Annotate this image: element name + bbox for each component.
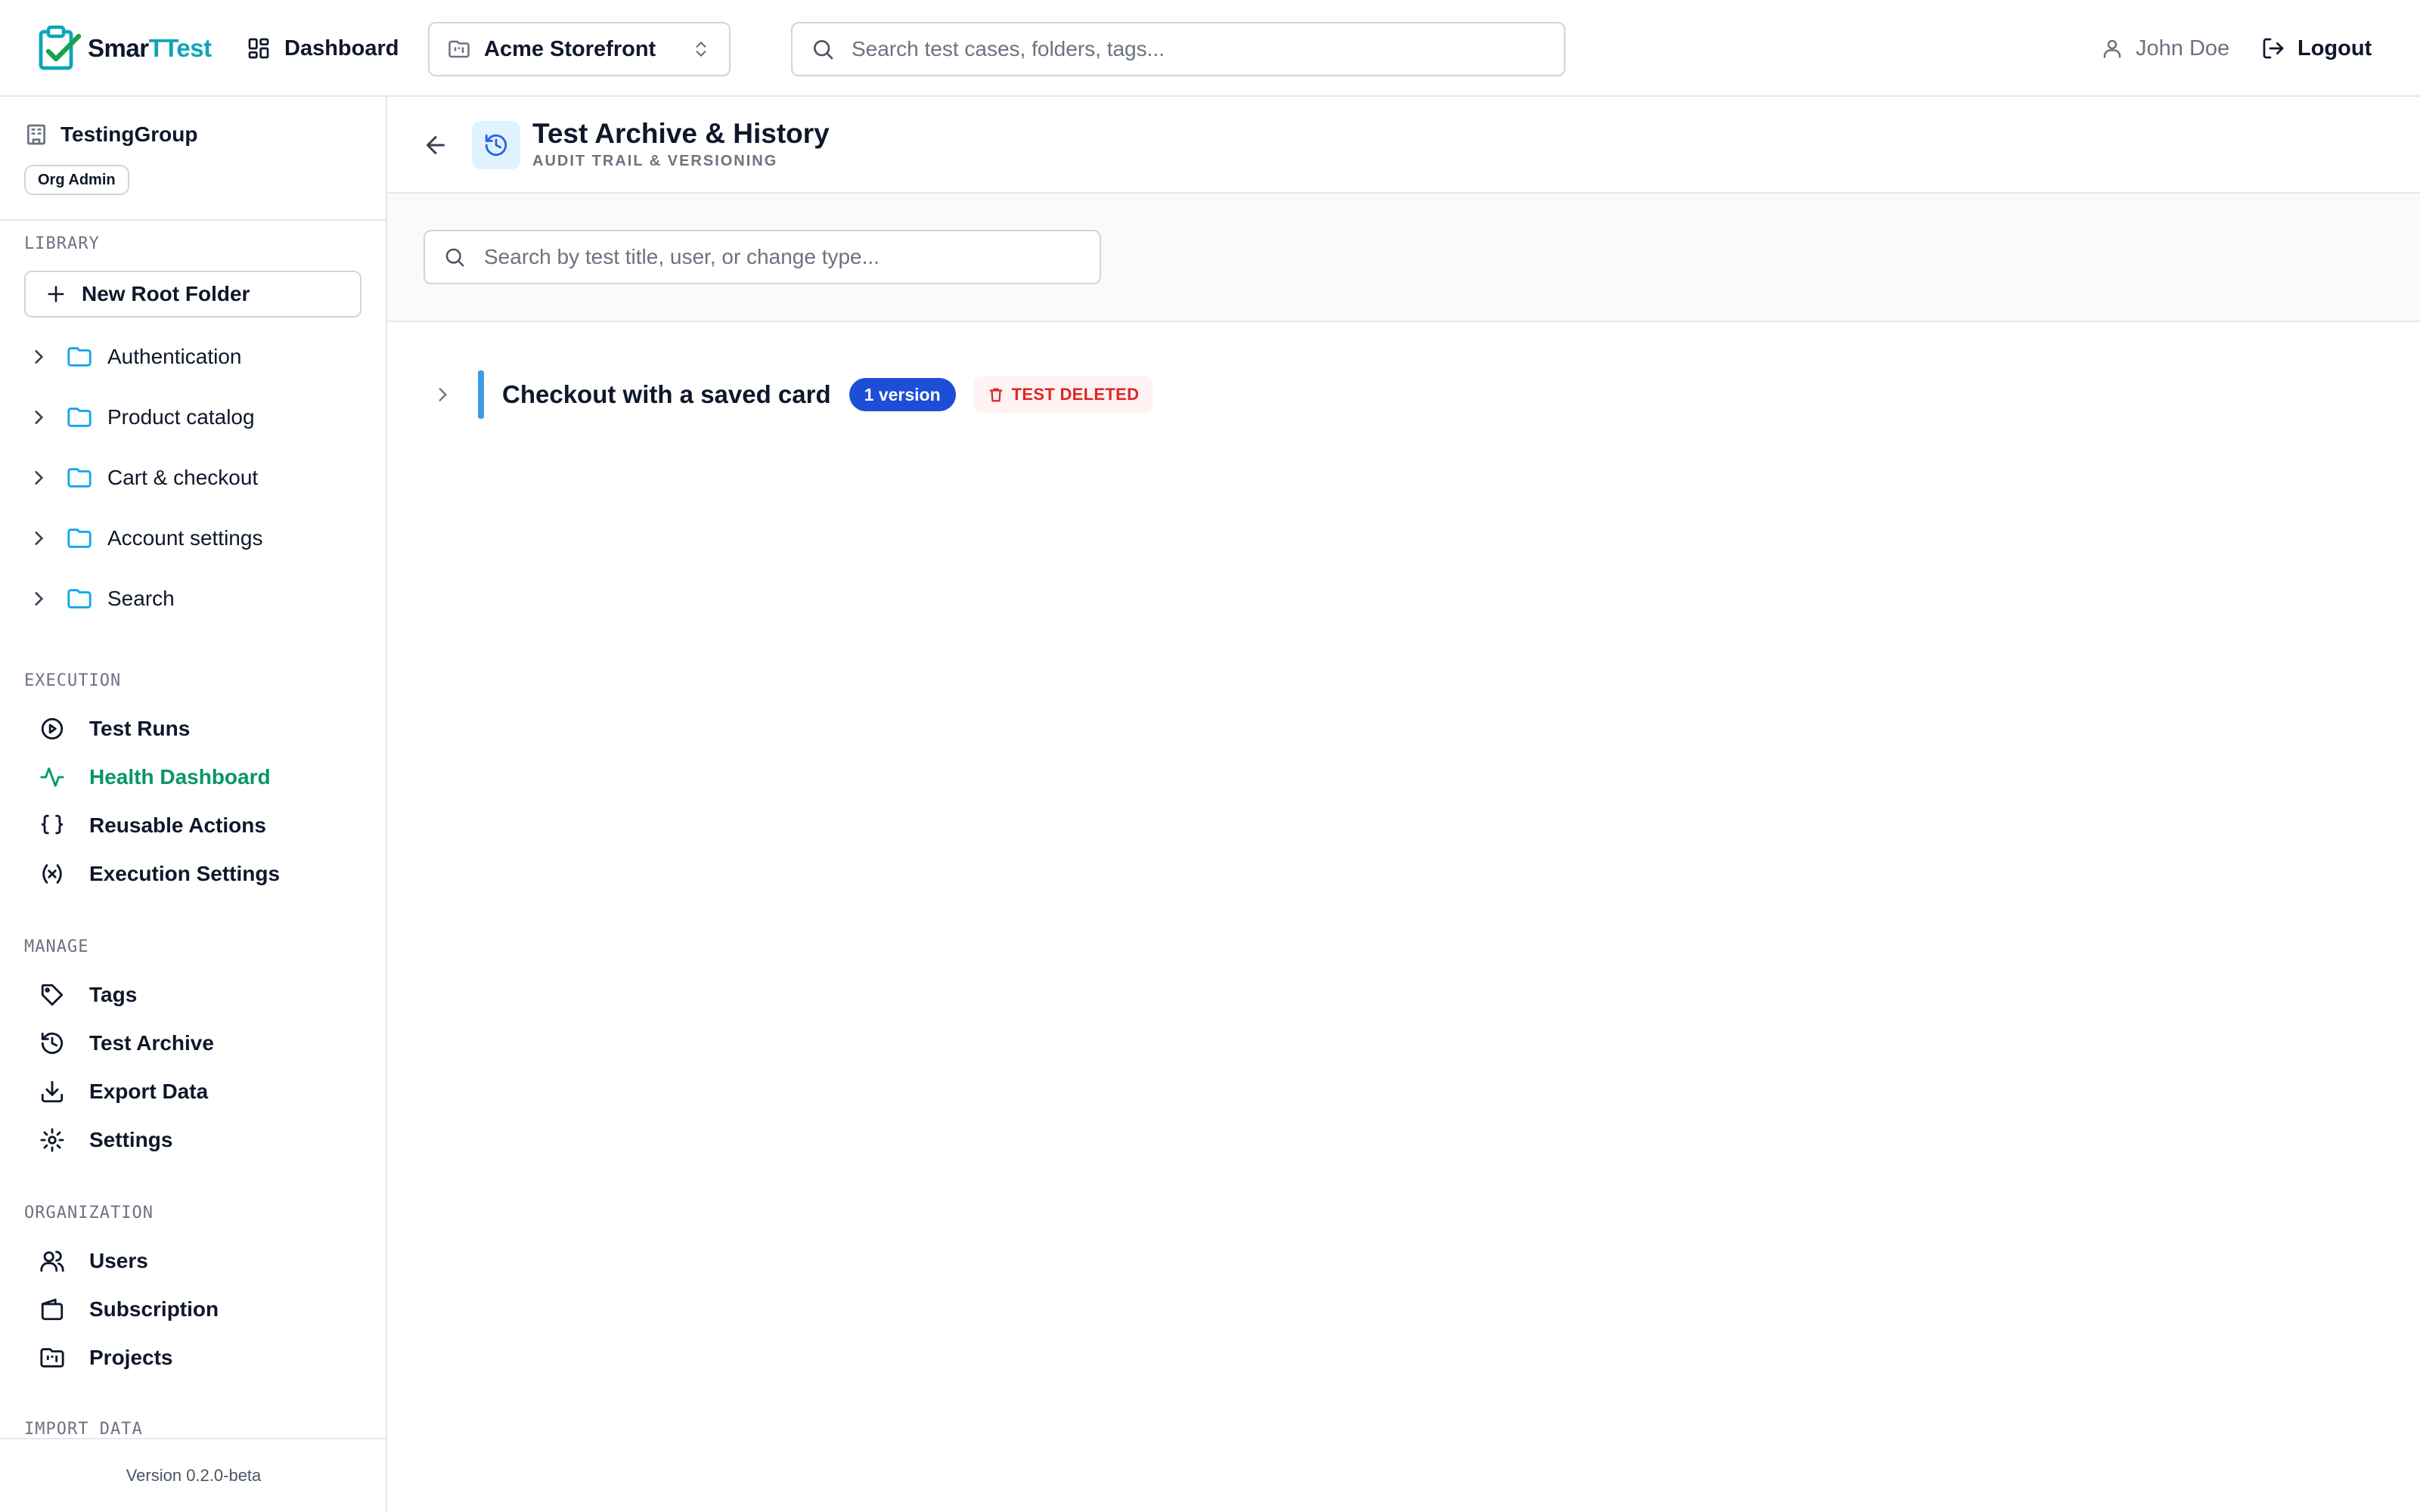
folder-kanban-icon [40,1348,64,1368]
braces-icon [41,814,64,835]
layout-grid-icon [248,38,269,59]
wallet-icon [41,1298,64,1321]
variable-icon [42,864,62,884]
history-icon [41,1032,64,1055]
library-section-label: LIBRARY [24,234,100,253]
page-header: Test Archive & History AUDIT TRAIL & VER… [387,97,2420,194]
folder-icon [67,347,92,367]
nav-item-reusable-actions[interactable]: Reusable Actions [39,806,266,845]
top-bar: SmarTTest Dashboard Acme Storefront John… [0,0,2420,97]
execution-section-label: EXECUTION [24,671,122,690]
folder-item-authentication[interactable]: Authentication [29,337,241,376]
chevron-right-icon[interactable] [433,385,452,404]
search-icon [814,40,833,60]
logout-icon [2263,38,2284,59]
history-icon [485,134,507,156]
history-item[interactable]: Checkout with a saved card 1 version TES… [433,370,1153,419]
gear-icon [40,1128,64,1152]
chevron-right-icon [35,471,44,485]
folder-icon [67,528,92,548]
global-search[interactable] [791,22,1565,76]
global-search-input[interactable] [852,37,1546,61]
history-item-accent [478,370,484,419]
user-name: John Doe [2136,36,2230,60]
archive-search[interactable] [424,230,1101,284]
nav-item-health-dashboard[interactable]: Health Dashboard [39,758,271,797]
folder-label: Authentication [107,345,242,368]
logout-label: Logout [2297,36,2372,60]
user-menu[interactable]: John Doe [2101,30,2229,67]
folder-icon [67,468,92,488]
folder-icon [67,407,92,427]
page-title: Test Archive & History [532,118,830,149]
organization-section-label: ORGANIZATION [24,1204,154,1222]
tag-icon [41,984,64,1006]
chevrons-up-down-icon [696,42,706,57]
new-root-folder-button[interactable]: New Root Folder [24,271,361,318]
plus-icon [48,286,64,302]
project-selector[interactable]: Acme Storefront [428,22,731,76]
filter-bar [387,194,2420,322]
nav-item-test-archive[interactable]: Test Archive [39,1024,214,1063]
folder-item-account-settings[interactable]: Account settings [29,519,262,558]
app-logo[interactable]: SmarTTest [36,23,212,74]
test-deleted-label: TEST DELETED [1011,385,1140,404]
folder-label: Product catalog [107,405,255,429]
folder-item-cart-checkout[interactable]: Cart & checkout [29,458,258,497]
org-name: TestingGroup [24,122,197,147]
test-deleted-badge: TEST DELETED [973,376,1153,413]
folder-label: Account settings [107,526,263,550]
download-icon [41,1080,64,1103]
project-selector-value: Acme Storefront [484,36,656,61]
users-icon [40,1250,64,1272]
main-content: Test Archive & History AUDIT TRAIL & VER… [387,97,2420,1512]
nav-item-execution-settings[interactable]: Execution Settings [39,854,280,894]
nav-item-subscription[interactable]: Subscription [39,1290,219,1329]
version-footer: Version 0.2.0-beta [0,1438,386,1512]
logo-icon [39,25,82,70]
role-badge: Org Admin [24,165,129,195]
import-section-label: IMPORT DATA [24,1420,143,1439]
sidebar-divider [0,219,386,221]
activity-icon [40,767,64,787]
folder-label: Search [107,587,175,610]
manage-section-label: MANAGE [24,937,89,956]
building-icon [27,124,45,145]
history-list: Checkout with a saved card 1 version TES… [387,322,2420,1512]
nav-item-export-data[interactable]: Export Data [39,1072,208,1111]
folder-label: Cart & checkout [107,466,259,489]
page-subtitle: AUDIT TRAIL & VERSIONING [532,153,778,169]
logo-text: SmarTTest [88,34,212,62]
logout-button[interactable]: Logout [2261,30,2372,67]
version-count-badge: 1 version [849,378,956,411]
user-icon [2103,39,2121,58]
folder-item-product-catalog[interactable]: Product catalog [29,398,255,437]
dashboard-button[interactable]: Dashboard [247,29,399,68]
folder-icon [67,589,92,609]
archive-header-badge [472,121,520,169]
arrow-left-icon[interactable] [422,132,449,159]
chevron-right-icon [35,592,44,606]
nav-item-test-runs[interactable]: Test Runs [39,709,190,748]
history-item-title: Checkout with a saved card [502,380,831,408]
nav-item-tags[interactable]: Tags [39,975,137,1015]
sidebar: TestingGroup Org Admin LIBRARY New Root … [0,97,387,1512]
trash-icon [989,388,1003,402]
search-icon [445,248,464,267]
nav-item-users[interactable]: Users [39,1241,148,1281]
nav-item-projects[interactable]: Projects [39,1338,173,1377]
folder-item-search[interactable]: Search [29,579,175,618]
chevron-right-icon [35,531,44,545]
dashboard-label: Dashboard [284,36,399,60]
nav-item-settings[interactable]: Settings [39,1120,172,1160]
play-circle-icon [41,717,64,740]
chevron-right-icon [35,350,44,364]
folder-kanban-icon [448,40,470,58]
archive-search-input[interactable] [484,245,1081,269]
chevron-right-icon [35,411,44,424]
